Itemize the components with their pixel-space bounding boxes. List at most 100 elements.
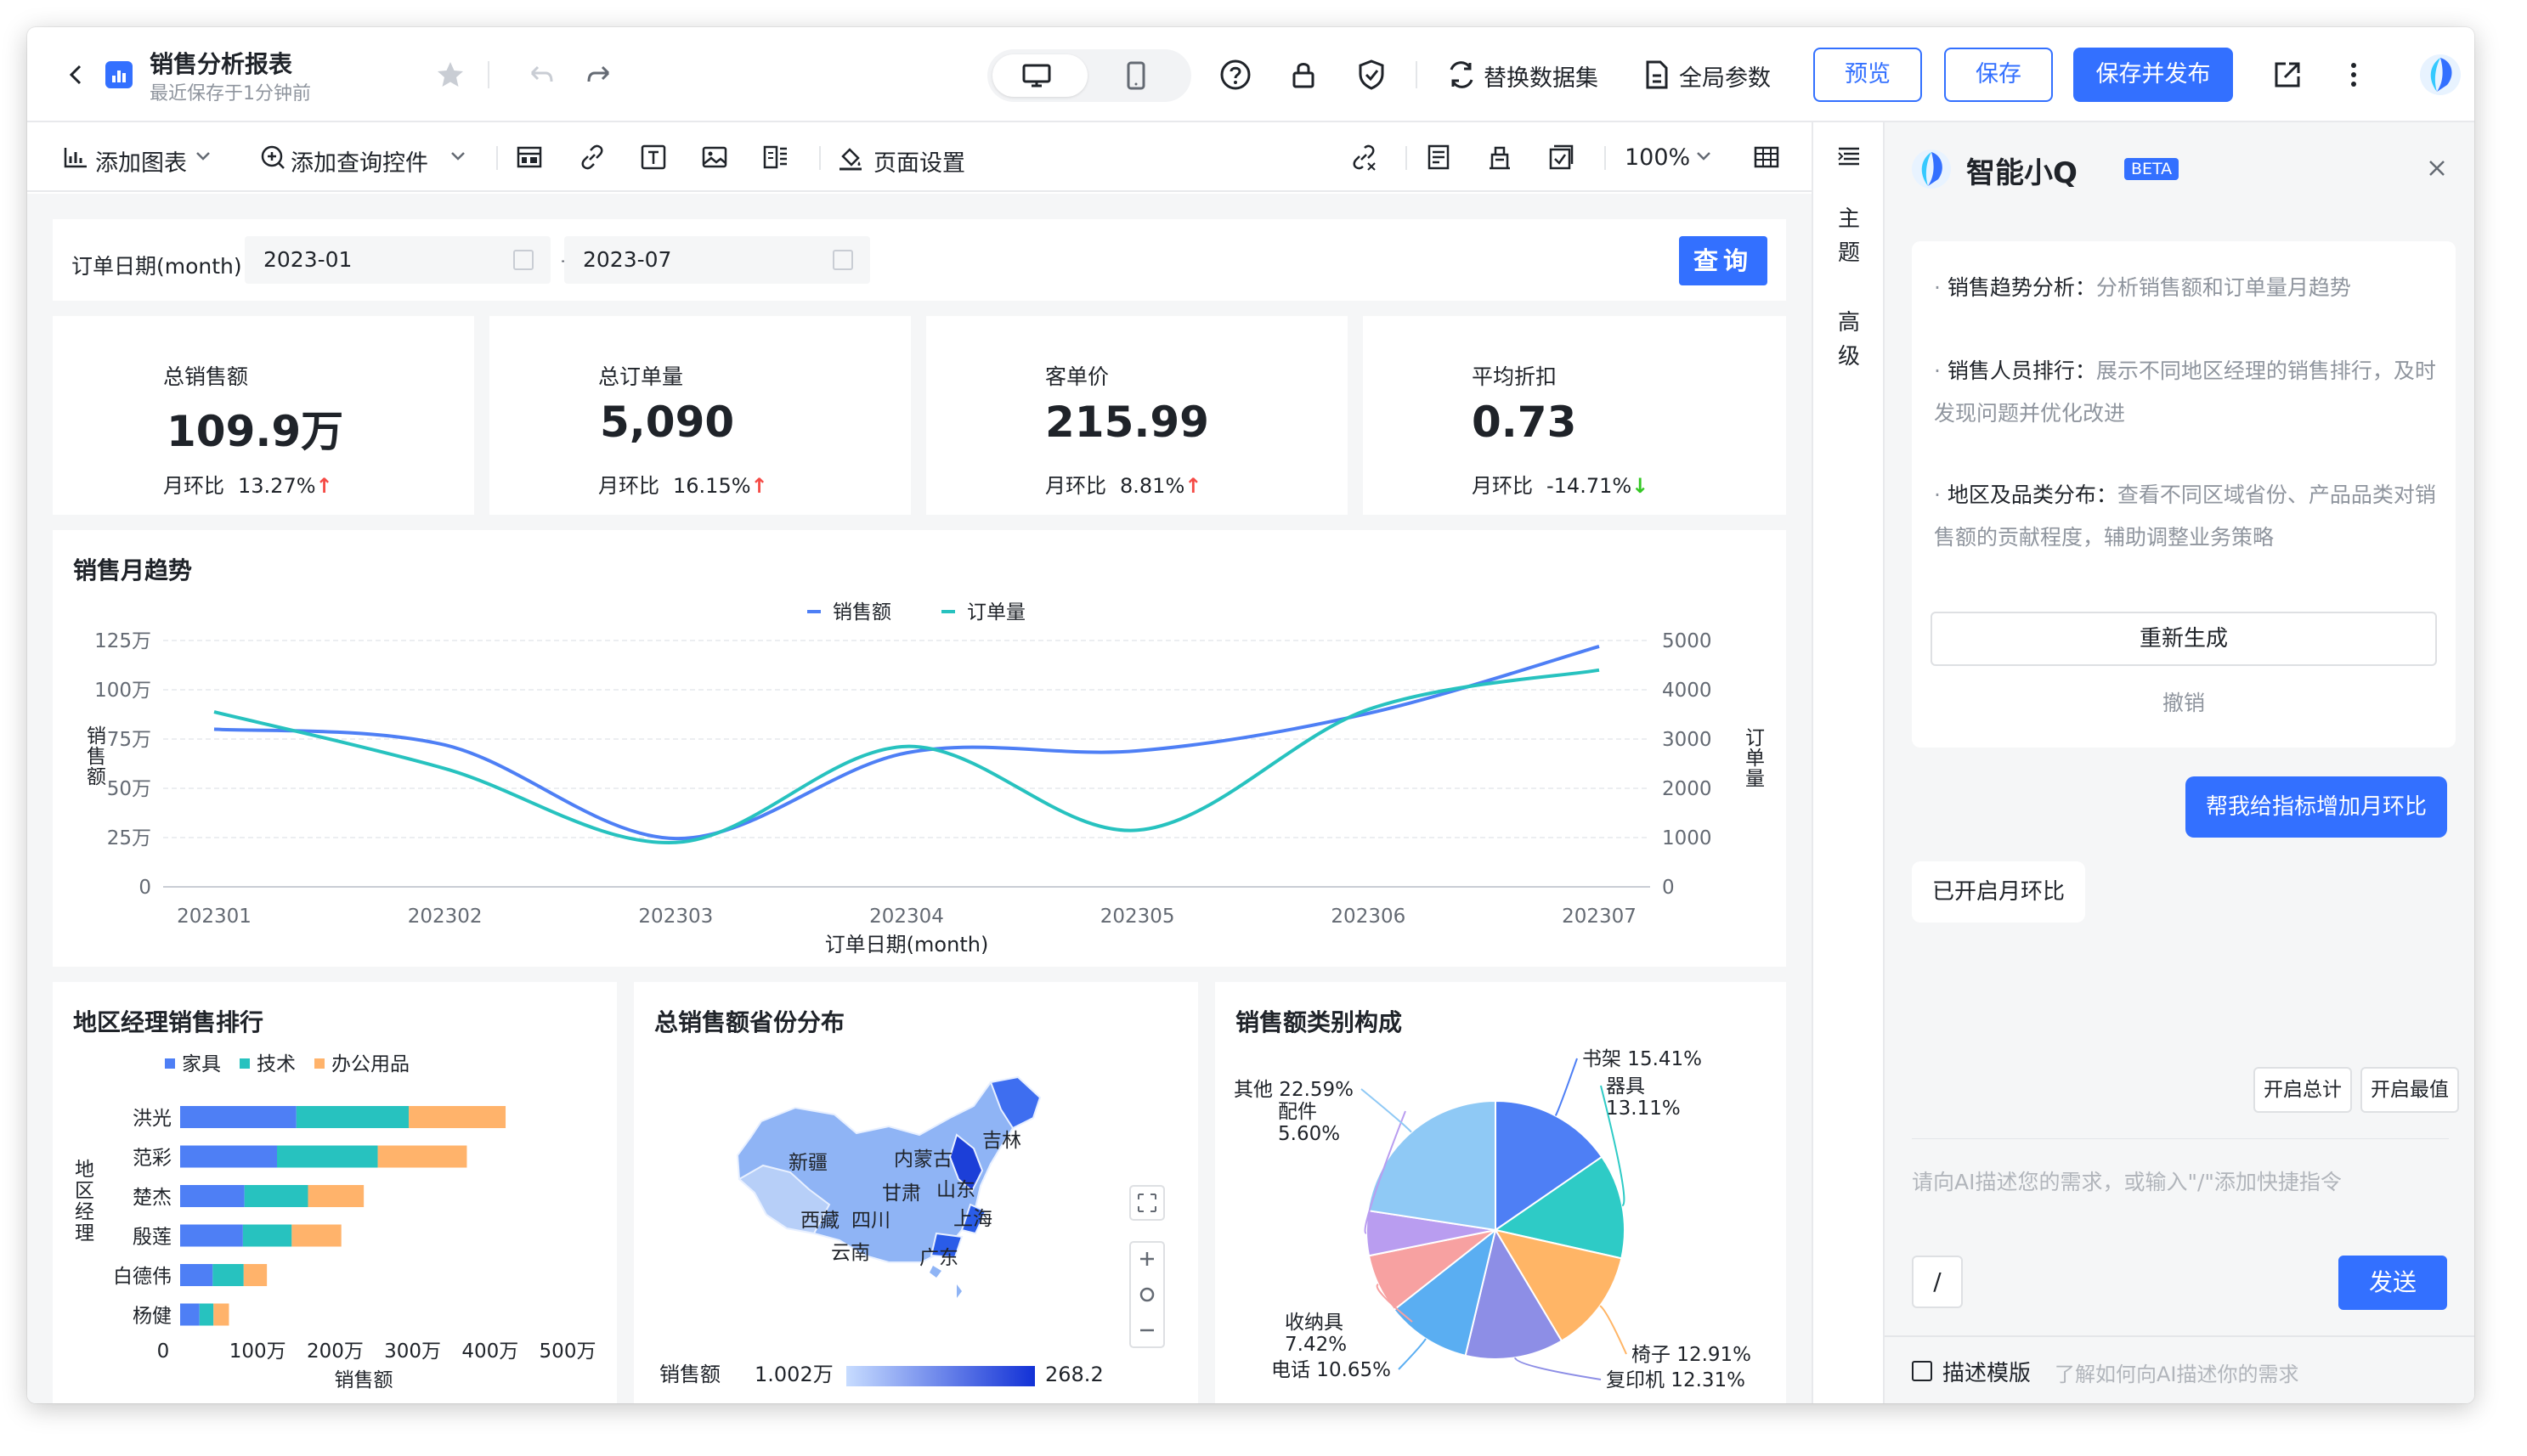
bar-segment [308, 1185, 365, 1207]
link-icon[interactable] [578, 143, 607, 172]
mobile-icon[interactable] [1125, 61, 1147, 90]
bar-chart-icon [64, 148, 87, 168]
y-tick-label: 125万 [94, 630, 151, 652]
replace-dataset-button[interactable]: 替换数据集 [1484, 59, 1598, 93]
divider [1416, 61, 1417, 88]
star-icon[interactable] [433, 58, 467, 92]
kpi-card-total-sales[interactable]: 总销售额 109.9万 月环比 13.27%↑ [53, 316, 474, 515]
text-box-icon[interactable] [639, 143, 668, 172]
start-date-value: 2023-01 [263, 247, 353, 272]
pie-leader-line [1398, 1338, 1427, 1370]
kpi-card-total-orders[interactable]: 总订单量 5,090 月环比 16.15%↑ [489, 316, 911, 515]
prompt-input[interactable]: 请向AI描述您的需求，或输入"/"添加快捷指令 [1912, 1165, 2342, 1196]
close-icon[interactable] [2425, 156, 2449, 180]
redo-icon[interactable] [583, 58, 617, 92]
template-link[interactable]: 描述模版 [1942, 1356, 2031, 1387]
undo-icon[interactable] [523, 58, 557, 92]
enable-total-chip[interactable]: 开启总计 [2253, 1067, 2352, 1113]
y-tick-label: 75万 [107, 729, 151, 751]
lock-icon[interactable] [1286, 58, 1320, 92]
category-label: 洪光 [133, 1108, 172, 1130]
component-icon[interactable] [761, 143, 790, 172]
enable-extremes-chip[interactable]: 开启最值 [2360, 1067, 2459, 1113]
filter-panel-icon[interactable] [1485, 143, 1514, 172]
category-pie-card[interactable]: 销售额类别构成 书架 15.41% 器具 13.11% 椅子 12.91% 复印机 12… [1215, 982, 1786, 1403]
calendar-icon [833, 250, 853, 270]
assistant-avatar-icon[interactable] [2418, 53, 2462, 97]
chevron-down-icon[interactable] [1693, 144, 1715, 166]
map-fit-button[interactable] [1129, 1185, 1165, 1221]
end-date-input[interactable]: 2023-07 [564, 236, 870, 284]
rail-advanced-label: 高级 [1837, 310, 1860, 370]
global-params-button[interactable]: 全局参数 [1679, 59, 1771, 93]
x-tick-label: 400万 [461, 1340, 518, 1363]
mom-value: 8.81% [1120, 474, 1185, 498]
grid-icon[interactable] [1752, 143, 1781, 172]
suggestion-head: 销售人员排行： [1947, 358, 2096, 383]
map-legend-gradient[interactable] [846, 1366, 1035, 1386]
preview-button[interactable]: 预览 [1813, 48, 1922, 102]
pie-label: 书架 15.41% [1582, 1048, 1702, 1070]
sales-trend-chart: 销售额 订单量0 025万 100050万 200075万 3000100万 4000125… [87, 601, 1765, 957]
add-query-control-button[interactable]: 添加查询控件 [291, 144, 428, 178]
page-settings-button[interactable]: 页面设置 [873, 144, 965, 178]
save-publish-button[interactable]: 保存并发布 [2073, 48, 2233, 102]
pie-label: 复印机 12.31% [1606, 1369, 1745, 1391]
help-icon[interactable] [1218, 58, 1252, 92]
divider [496, 146, 498, 170]
manager-ranking-card[interactable]: 地区经理销售排行 家具 技术 办公用品 地区经理 洪光 范彩 楚杰 殷莲 白德伟 杨健 0 100万 2… [53, 982, 617, 1403]
start-date-input[interactable]: 2023-01 [245, 236, 551, 284]
bar-segment [180, 1264, 213, 1286]
more-menu-icon[interactable] [2337, 58, 2371, 92]
bar-segment [277, 1145, 378, 1168]
add-chart-button[interactable]: 添加图表 [95, 144, 187, 178]
rail-theme[interactable]: 主题 [1813, 202, 1885, 270]
back-arrow-icon[interactable] [61, 59, 92, 90]
suggestion-item[interactable]: · 销售趋势分析：分析销售额和订单量月趋势 [1934, 267, 2444, 309]
regenerate-button[interactable]: 重新生成 [1931, 612, 2437, 666]
pie-leader-line [1554, 1058, 1578, 1116]
template-hint: 了解如何向AI描述你的需求 [2055, 1363, 2299, 1386]
send-button[interactable]: 发送 [2338, 1256, 2447, 1310]
report-title[interactable]: 销售分析报表 [150, 46, 292, 80]
query-button[interactable]: 查询 [1679, 236, 1767, 285]
rail-advanced[interactable]: 高级 [1813, 306, 1885, 374]
pie-leader-line [1513, 1357, 1602, 1380]
x-tick-label: 202305 [1100, 906, 1175, 928]
map-legend-max: 268.2 [1045, 1363, 1104, 1386]
global-params-icon [1646, 60, 1668, 89]
legend-marker [240, 1058, 250, 1069]
bar-segment [180, 1224, 243, 1247]
legend-label: 销售额 [833, 601, 891, 624]
map-label: 广东 [919, 1247, 958, 1269]
map-label: 新疆 [789, 1152, 828, 1174]
layout-container-icon[interactable] [515, 143, 544, 172]
external-link-icon[interactable] [2270, 58, 2304, 92]
bar-segment [243, 1264, 268, 1286]
pie-label: 13.11% [1606, 1098, 1681, 1120]
kpi-card-avg-order-value[interactable]: 客单价 215.99 月环比 8.81%↑ [926, 316, 1348, 515]
suggestion-head: 地区及品类分布： [1947, 483, 2117, 507]
shield-icon[interactable] [1354, 58, 1388, 92]
undo-button[interactable]: 撤销 [1912, 686, 2456, 717]
legend-label: 技术 [257, 1053, 296, 1075]
map-legend-label: 销售额 [659, 1363, 721, 1386]
image-icon[interactable] [700, 143, 729, 172]
checklist-icon[interactable] [1546, 143, 1575, 172]
suggestion-item[interactable]: · 地区及品类分布：查看不同区域省份、产品品类对销售额的贡献程度，辅助调整业务策… [1934, 474, 2444, 559]
outline-icon[interactable] [1835, 143, 1863, 170]
map-label: 甘肃 [882, 1182, 921, 1205]
zoom-level[interactable]: 100% [1625, 144, 1690, 171]
y2-tick-label: 3000 [1662, 729, 1712, 751]
series-line-sales [213, 645, 1600, 841]
sales-trend-card[interactable]: 销售月趋势 销售额 订单量 0 0 25万 1000 50万 2000 75万 3000 100万 4… [53, 530, 1786, 967]
kpi-card-avg-discount[interactable]: 平均折扣 0.73 月环比 -14.71%↓ [1363, 316, 1786, 515]
data-link-icon[interactable] [1349, 143, 1378, 172]
map-label: 内蒙古 [894, 1148, 953, 1171]
province-map-card[interactable]: 总销售额省份分布 新疆 内蒙古 吉林 甘肃 山东 西藏 四川 上海 云南 广东 … [634, 982, 1198, 1403]
save-button[interactable]: 保存 [1944, 48, 2053, 102]
slash-command-button[interactable]: / [1912, 1256, 1963, 1308]
mom-value: 16.15% [673, 474, 751, 498]
suggestion-item[interactable]: · 销售人员排行：展示不同地区经理的销售排行，及时发现问题并优化改进 [1934, 350, 2444, 435]
report-doc-icon[interactable] [1424, 143, 1453, 172]
